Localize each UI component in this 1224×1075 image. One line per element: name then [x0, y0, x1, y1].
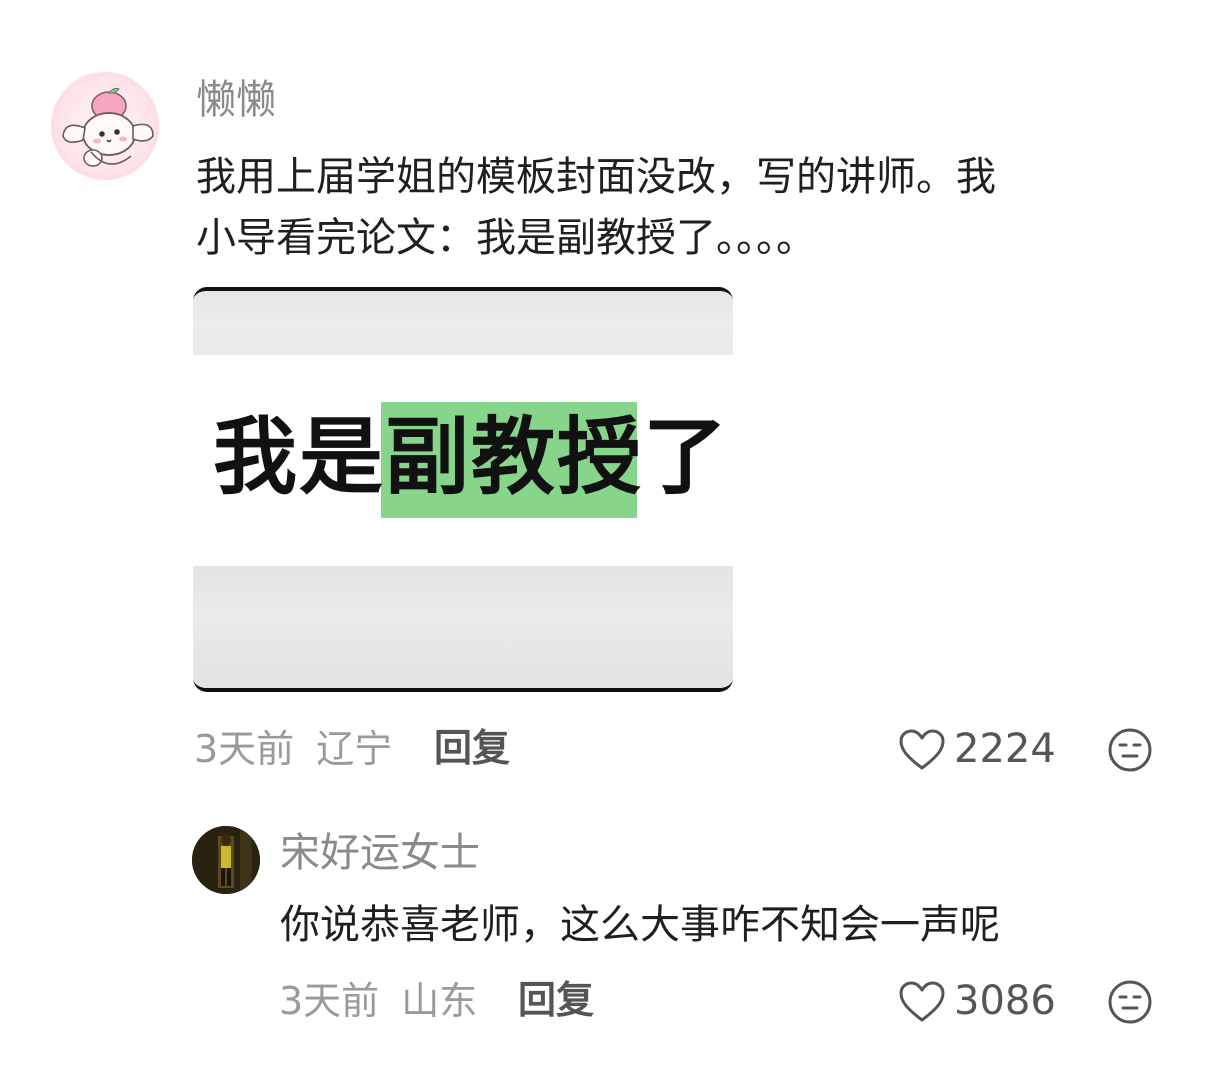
like-button[interactable]	[897, 977, 947, 1027]
heart-outline-icon	[899, 729, 945, 770]
comment-username[interactable]: 懒懒	[196, 80, 276, 120]
like-button[interactable]	[897, 725, 947, 775]
reply-button[interactable]: 回复	[434, 729, 510, 767]
avatar[interactable]	[51, 72, 159, 180]
comment-text: 我用上届学姐的模板封面没改，写的讲师。我 小导看完论文：我是副教授了。。。。	[196, 147, 1156, 269]
neutral-face-icon	[1108, 728, 1152, 772]
reply-meta: 3天前 山东	[279, 982, 477, 1020]
comment-location: 辽宁	[316, 727, 393, 771]
avatar[interactable]	[192, 826, 260, 894]
puppy-avatar-illustration	[62, 88, 154, 167]
comment-meta: 3天前 辽宁	[194, 730, 392, 768]
dislike-button[interactable]	[1107, 727, 1153, 773]
reply-button[interactable]: 回复	[518, 981, 594, 1019]
reply-username[interactable]: 宋好运女士	[280, 833, 480, 873]
image-caption-highlighted: 副教授	[385, 408, 644, 506]
photo-avatar	[192, 826, 260, 894]
image-caption-part: 了	[643, 408, 730, 506]
image-caption-part: 我是	[213, 408, 386, 506]
neutral-face-icon	[1108, 980, 1152, 1024]
comment-time: 3天前	[194, 727, 295, 771]
reply-text: 你说恭喜老师，这么大事咋不知会一声呢	[280, 902, 1000, 948]
heart-outline-icon	[899, 981, 945, 1022]
like-count: 3086	[954, 978, 1056, 1024]
blurred-region	[193, 566, 733, 688]
image-caption: 我是副教授了	[213, 415, 729, 499]
comment-image[interactable]: 我是副教授了	[193, 287, 733, 692]
reply-time: 3天前	[279, 979, 380, 1023]
dislike-button[interactable]	[1107, 979, 1153, 1025]
comment-text-line: 小导看完论文：我是副教授了。。。。	[196, 215, 816, 261]
blurred-region	[193, 291, 733, 355]
reply-location: 山东	[401, 979, 478, 1023]
comment-text-line: 我用上届学姐的模板封面没改，写的讲师。我	[196, 154, 996, 200]
like-count: 2224	[954, 726, 1056, 772]
